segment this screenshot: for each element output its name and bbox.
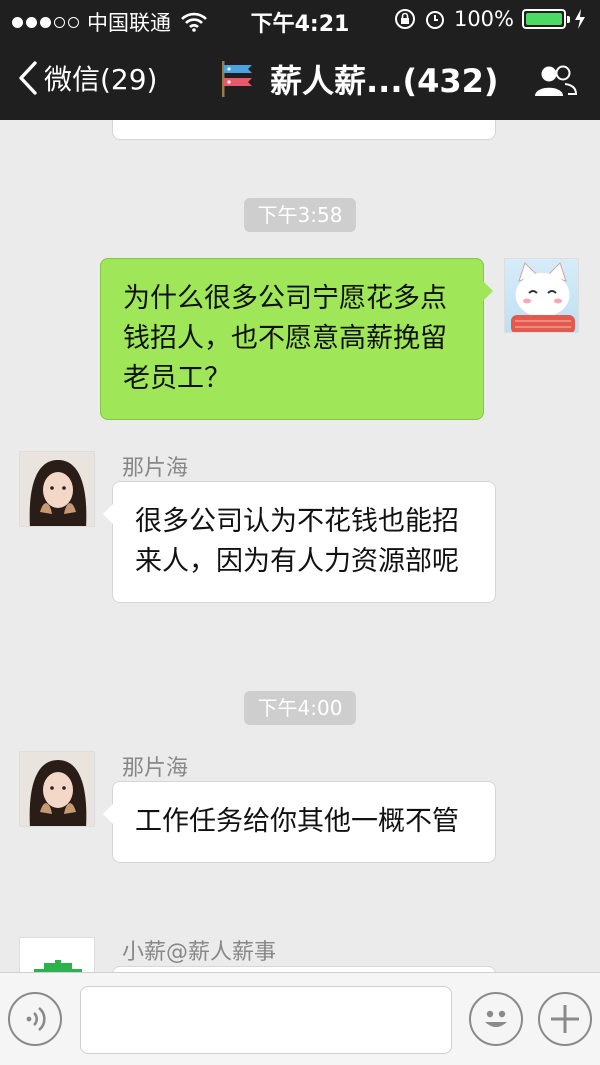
cat-avatar-icon — [511, 262, 575, 332]
nav-bar: 微信(29) 薪人薪...(432) — [0, 40, 600, 120]
add-button[interactable] — [538, 992, 592, 1046]
chat-title-text: 薪人薪...(432) — [270, 62, 499, 100]
my-avatar[interactable] — [504, 258, 579, 333]
people-icon[interactable] — [532, 64, 578, 98]
charging-icon — [575, 9, 585, 29]
sender-avatar[interactable] — [19, 937, 95, 972]
status-right: 100% — [394, 7, 586, 31]
voice-icon — [26, 1006, 46, 1032]
status-bar: 中国联通 下午4:21 100% — [0, 0, 600, 40]
message-text: 很多公司认为不花钱也能招来人，因为有人力资源部呢 — [135, 506, 459, 577]
sender-name: 小薪@薪人薪事 — [122, 940, 277, 965]
rotation-lock-icon — [394, 9, 415, 29]
sender-name: 那片海 — [122, 756, 189, 781]
message-bubble-other[interactable]: 工作任务给你其他一概不管 — [103, 781, 496, 863]
battery-icon — [522, 9, 570, 29]
voice-button[interactable] — [8, 992, 62, 1046]
company-logo-icon — [34, 960, 82, 972]
chevron-left-icon — [19, 61, 37, 95]
sender-avatar[interactable] — [19, 451, 95, 527]
girl-avatar-icon — [20, 452, 94, 526]
sender-name: 那片海 — [122, 456, 189, 481]
chat-area[interactable]: 下午3:58 为什么很多公司宁愿花多点钱招人，也不愿意高薪挽留老员工？ 那片海 — [0, 120, 600, 972]
emoji-icon — [485, 1010, 507, 1027]
battery-percent: 100% — [453, 7, 514, 31]
alarm-icon — [425, 11, 444, 29]
sender-avatar[interactable] — [19, 751, 95, 827]
plus-icon — [551, 1005, 579, 1033]
message-input[interactable] — [80, 986, 452, 1054]
chat-title: 薪人薪...(432) — [218, 56, 499, 102]
emoji-button[interactable] — [469, 992, 523, 1046]
input-bar — [0, 972, 600, 1065]
message-bubble-mine[interactable]: 为什么很多公司宁愿花多点钱招人，也不愿意高薪挽留老员工？ — [100, 258, 493, 420]
carp-streamer-icon — [222, 61, 252, 97]
message-bubble-previous[interactable] — [112, 120, 496, 140]
message-text: 为什么很多公司宁愿花多点钱招人，也不愿意高薪挽留老员工？ — [123, 283, 447, 394]
top-header: 中国联通 下午4:21 100% 微信(29) 薪人薪...(432) — [0, 0, 600, 120]
back-button[interactable]: 微信(29) — [18, 58, 157, 98]
timestamp-label: 下午4:00 — [244, 691, 356, 725]
back-label: 微信(29) — [44, 63, 158, 96]
girl-avatar-icon — [20, 752, 94, 826]
message-bubble-other[interactable]: 很多公司认为不花钱也能招来人，因为有人力资源部呢 — [103, 481, 496, 603]
message-text: 工作任务给你其他一概不管 — [135, 806, 459, 837]
timestamp-label: 下午3:58 — [244, 198, 356, 232]
